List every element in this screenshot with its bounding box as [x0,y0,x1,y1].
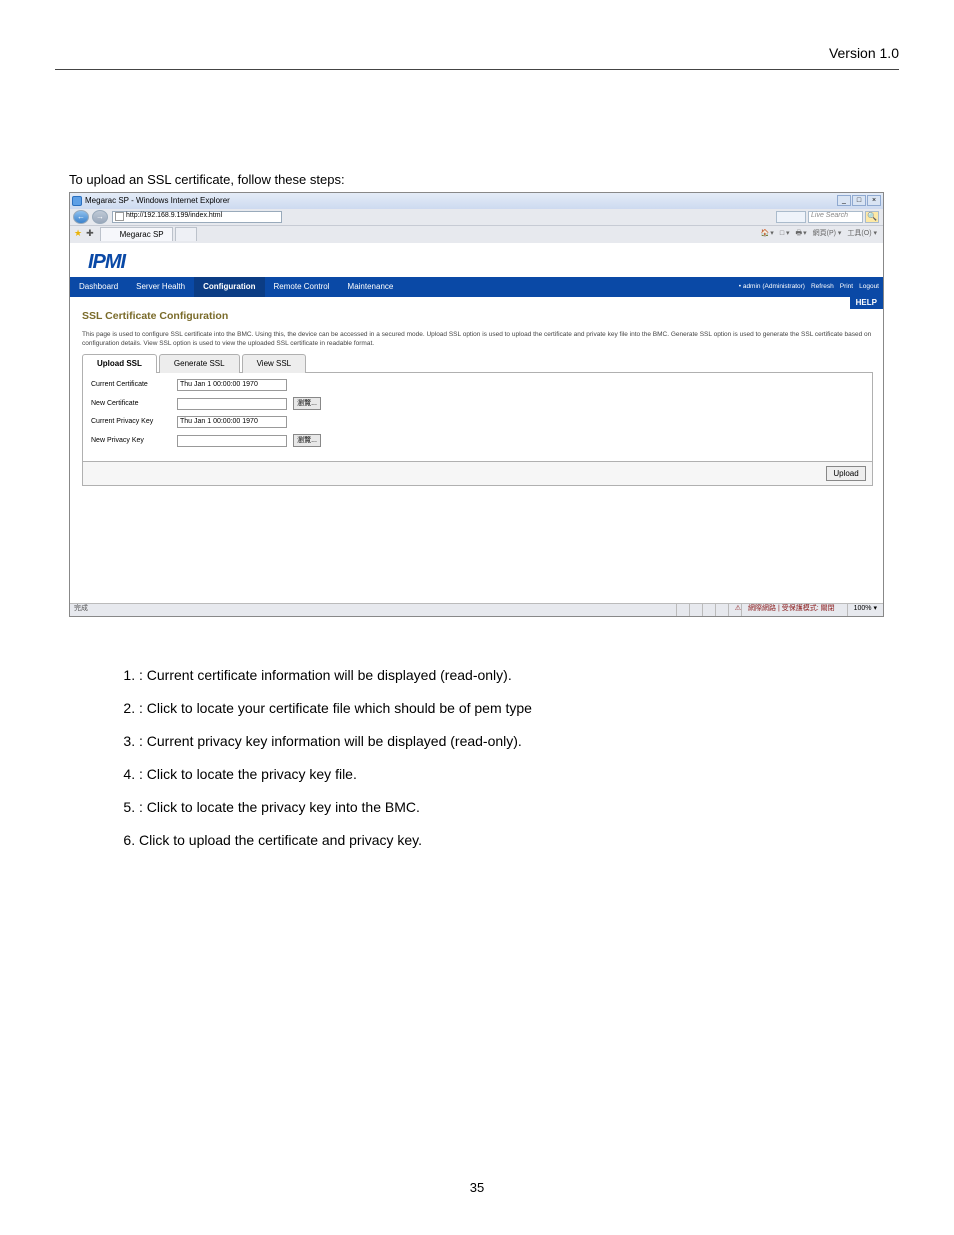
menu-maintenance[interactable]: Maintenance [339,277,403,297]
home-icon[interactable]: 🏠 ▾ [761,229,774,240]
browse-key-button[interactable]: 瀏覽... [293,434,321,447]
menu-server-health[interactable]: Server Health [127,277,194,297]
help-button[interactable]: HELP [850,297,883,309]
window-title: Megarac SP - Windows Internet Explorer [85,195,230,207]
current-cert-label: Current Certificate [91,380,177,391]
page-number: 35 [0,1180,954,1195]
status-blank1 [676,603,689,616]
step-1: : Current certificate information will b… [139,665,885,686]
new-tab-button[interactable] [175,227,197,241]
tools-menu[interactable]: 工具(O) ▾ [847,229,877,240]
page-icon [115,212,124,221]
new-key-field[interactable] [177,435,287,447]
close-button[interactable]: × [867,195,881,206]
tab-upload-ssl[interactable]: Upload SSL [82,354,157,373]
new-cert-label: New Certificate [91,399,177,410]
browse-cert-button[interactable]: 瀏覽... [293,397,321,410]
search-provider-dropdown[interactable] [776,211,806,223]
search-input[interactable]: Live Search [808,211,863,223]
new-cert-field[interactable] [177,398,287,410]
new-key-label: New Privacy Key [91,436,177,447]
ipmi-logo: IPMI [88,251,125,273]
menu-dashboard[interactable]: Dashboard [70,277,127,297]
feeds-icon[interactable]: □ ▾ [780,229,790,240]
logged-user: • admin (Administrator) [739,282,805,292]
menu-configuration[interactable]: Configuration [194,277,264,297]
step-4: : Click to locate the privacy key file. [139,764,885,785]
favorites-icon[interactable]: ★ [74,227,82,241]
ie-icon [72,196,82,206]
status-done: 完成 [70,604,88,615]
minimize-button[interactable]: _ [837,195,851,206]
print-menu[interactable]: 🖶 ▾ [796,229,807,240]
tab-view-ssl[interactable]: View SSL [242,354,307,373]
upload-button[interactable]: Upload [826,466,866,481]
current-cert-field: Thu Jan 1 00:00:00 1970 [177,379,287,391]
address-field[interactable]: http://192.168.9.199/index.html [112,211,282,223]
status-blank3 [702,603,715,616]
status-zone: ⚠ 網際網路 | 受保護模式: 關閉 [728,603,847,616]
status-blank4 [715,603,728,616]
maximize-button[interactable]: □ [852,195,866,206]
panel-description: This page is used to configure SSL certi… [82,330,873,348]
search-go-button[interactable]: 🔍 [865,211,879,223]
page-menu[interactable]: 網頁(P) ▾ [813,229,842,240]
page-tab-label: Megarac SP [120,229,164,241]
print-link[interactable]: Print [840,282,853,292]
refresh-link[interactable]: Refresh [811,282,834,292]
main-menu: Dashboard Server Health Configuration Re… [70,277,883,297]
logout-link[interactable]: Logout [859,282,879,292]
step-3: : Current privacy key information will b… [139,731,885,752]
url-text: http://192.168.9.199/index.html [126,211,222,222]
current-key-label: Current Privacy Key [91,417,177,428]
version-text: Version 1.0 [829,45,899,61]
ipmi-screenshot: Megarac SP - Windows Internet Explorer _… [69,192,884,617]
menu-remote-control[interactable]: Remote Control [265,277,339,297]
forward-button[interactable]: → [92,210,108,224]
step-2: : Click to locate your certificate file … [139,698,885,719]
current-key-field: Thu Jan 1 00:00:00 1970 [177,416,287,428]
panel-title: SSL Certificate Configuration [82,309,873,325]
intro-line: To upload an SSL certificate, follow the… [69,170,885,190]
page-tab[interactable]: Megarac SP [100,227,173,241]
status-blank2 [689,603,702,616]
step-5: : Click to locate the privacy key into t… [139,797,885,818]
step-6: Click to upload the certificate and priv… [139,830,885,851]
back-button[interactable]: ← [73,210,89,224]
add-favorite-icon[interactable]: ✚ [86,227,94,241]
zoom-level[interactable]: 100% ▾ [847,603,883,616]
tab-generate-ssl[interactable]: Generate SSL [159,354,240,373]
